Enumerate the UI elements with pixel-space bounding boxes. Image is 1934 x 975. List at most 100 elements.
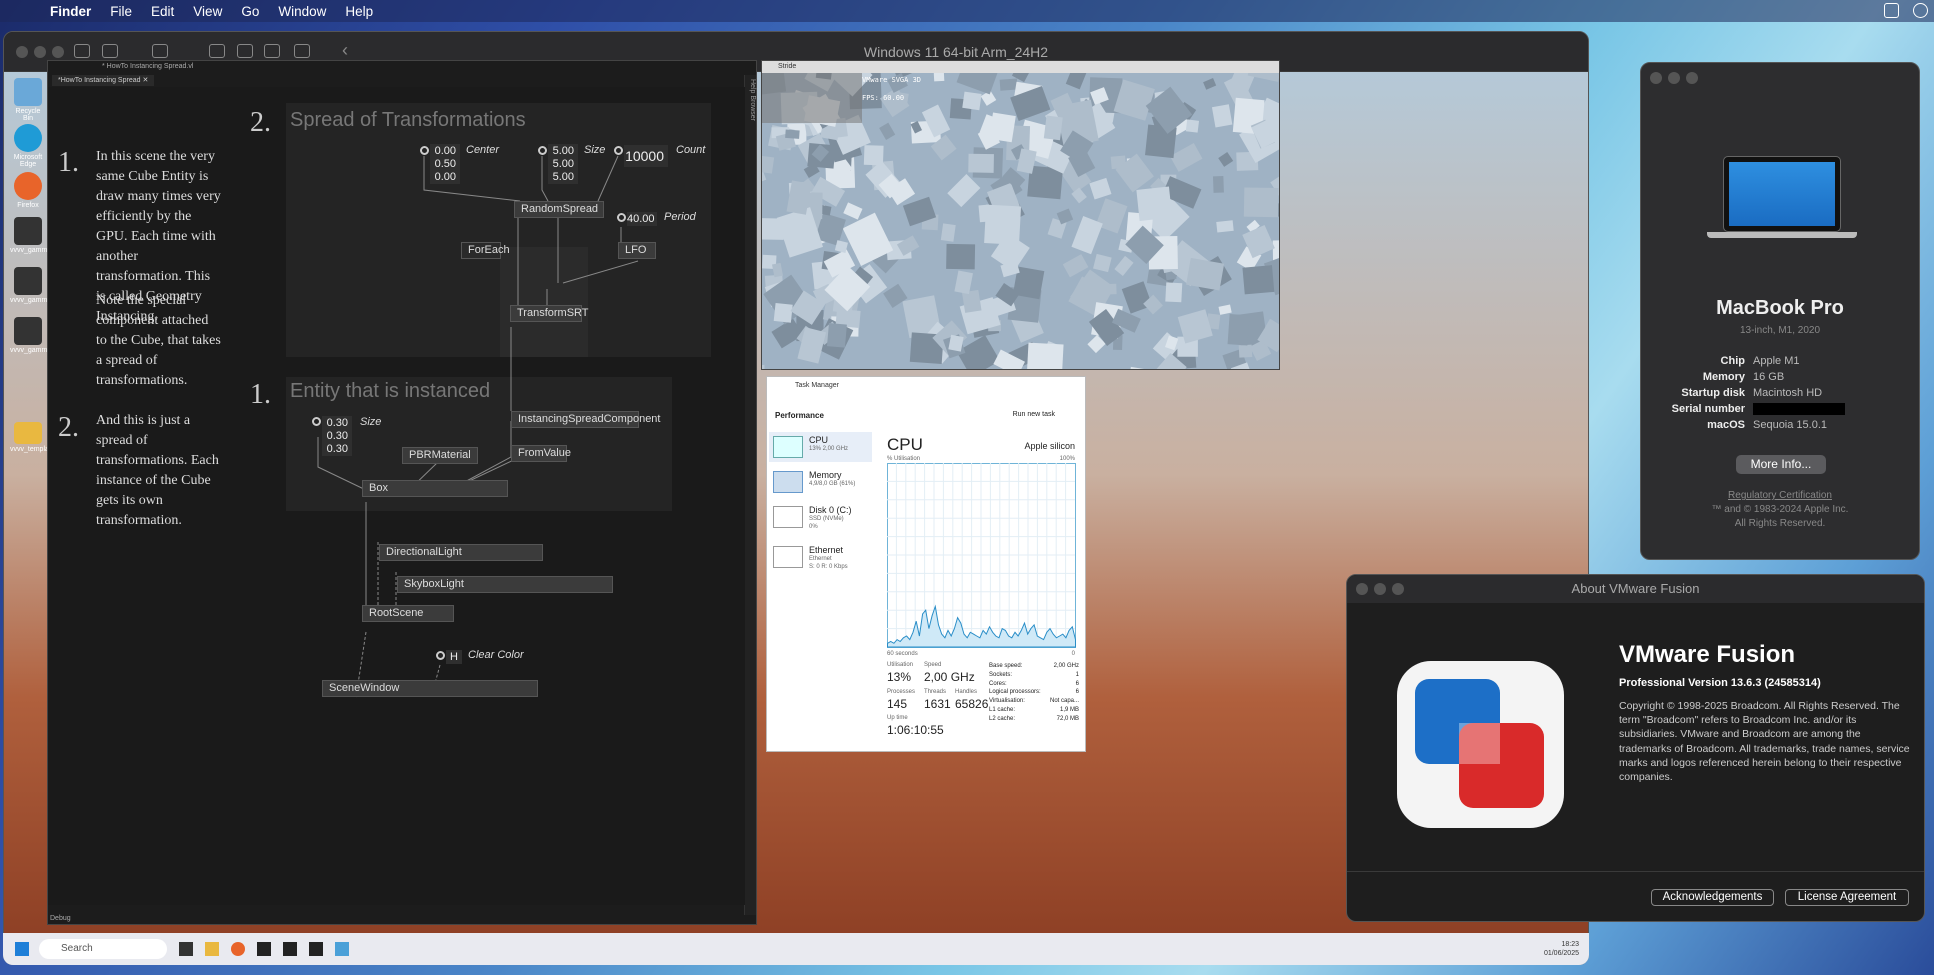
fromvalue-node[interactable]: FromValue (511, 445, 571, 462)
instancing-component-node[interactable]: InstancingSpreadComponent (511, 411, 660, 428)
cube-instance (1186, 257, 1225, 291)
center-x[interactable]: 0.00 (430, 144, 460, 158)
foreach-node[interactable]: ForEach (461, 242, 510, 259)
cube-instance (946, 243, 976, 270)
vvvv-icon[interactable] (283, 942, 297, 956)
task-view-icon[interactable] (179, 942, 193, 956)
period-value[interactable]: 40.00 (627, 212, 657, 226)
period-pin[interactable] (617, 213, 626, 222)
globe-icon[interactable] (1913, 3, 1928, 18)
firefox-icon[interactable] (231, 942, 245, 956)
status-icon[interactable] (1884, 3, 1899, 18)
cube-instance (826, 323, 847, 348)
divider (1347, 871, 1924, 872)
box-size-y[interactable]: 0.30 (322, 429, 352, 443)
box-size-pin[interactable] (312, 417, 321, 426)
patch-canvas[interactable]: 1. In this scene the very same Cube Enti… (48, 87, 745, 905)
cube-instance (1216, 220, 1234, 233)
cube-instance (1165, 282, 1183, 303)
count-pin[interactable] (614, 146, 623, 155)
about-title: About VMware Fusion (1347, 575, 1924, 603)
directionallight-node[interactable]: DirectionalLight (379, 544, 543, 561)
regulatory-link[interactable]: Regulatory Certification (1641, 490, 1919, 501)
debug-tab[interactable]: Debug (50, 915, 71, 922)
stat-label: Processes (887, 689, 916, 695)
menu-file[interactable]: File (110, 4, 132, 19)
center-y[interactable]: 0.50 (430, 157, 460, 171)
clear-color-label: Clear Color (468, 649, 524, 661)
sidebar-item-memory[interactable]: Memory 4,9/8,0 GB (61%) (769, 467, 872, 497)
close-icon[interactable]: ✕ (142, 77, 148, 84)
stat-label: Handles (955, 689, 978, 695)
menu-help[interactable]: Help (345, 4, 373, 19)
clear-color-pin[interactable] (436, 651, 445, 660)
center-pin[interactable] (420, 146, 429, 155)
box-size-z[interactable]: 0.30 (322, 442, 352, 456)
transformsrt-node[interactable]: TransformSRT (510, 305, 589, 322)
more-info-button[interactable]: More Info... (1736, 455, 1826, 474)
minimize-button[interactable] (1668, 72, 1680, 84)
about-this-mac-window: MacBook Pro 13-inch, M1, 2020 Chip Apple … (1640, 62, 1920, 560)
scenewindow-node[interactable]: SceneWindow (322, 680, 538, 697)
count-value[interactable]: 10000 (624, 145, 668, 167)
cpu-model: Apple silicon (1024, 441, 1075, 451)
size-x[interactable]: 5.00 (548, 144, 578, 158)
help-browser-tab[interactable]: Help Browser (749, 79, 756, 121)
menu-edit[interactable]: Edit (151, 4, 174, 19)
cube-instance (1026, 342, 1064, 369)
cube-instance (984, 204, 1022, 245)
sidebar-item-ethernet[interactable]: Ethernet Ethernet S: 0 R: 0 Kbps (769, 542, 872, 576)
zoom-button[interactable] (1686, 72, 1698, 84)
box-size-x[interactable]: 0.30 (322, 416, 352, 430)
vvvv-icon[interactable] (257, 942, 271, 956)
skyboxlight-node[interactable]: SkyboxLight (397, 576, 613, 593)
explorer-icon[interactable] (205, 942, 219, 956)
sidebar-item-disk[interactable]: Disk 0 (C:) SSD (NVMe) 0% (769, 502, 872, 536)
cube-instance (863, 145, 884, 166)
center-z[interactable]: 0.00 (430, 170, 460, 184)
license-agreement-button[interactable]: License Agreement (1785, 889, 1909, 906)
menu-window[interactable]: Window (278, 4, 326, 19)
menu-finder[interactable]: Finder (50, 4, 91, 19)
box-node[interactable]: Box (362, 480, 508, 497)
taskbar-search[interactable]: Search (39, 939, 167, 959)
pbrmaterial-node[interactable]: PBRMaterial (402, 447, 478, 464)
close-button[interactable] (1356, 583, 1368, 595)
minimize-button[interactable] (1374, 583, 1386, 595)
size-pin[interactable] (538, 146, 547, 155)
firefox-icon[interactable]: Firefox (10, 172, 46, 209)
close-button[interactable] (1650, 72, 1662, 84)
patch-tab[interactable]: *HowTo Instancing Spread (58, 77, 141, 84)
size-z[interactable]: 5.00 (548, 170, 578, 184)
vvvv-icon[interactable]: vvvv_gamma (10, 217, 51, 254)
size-y[interactable]: 5.00 (548, 157, 578, 171)
taskmgr-title: Task Manager (795, 382, 839, 389)
recycle-bin-icon[interactable]: Recycle Bin (10, 78, 46, 122)
run-new-task-button[interactable]: Run new task (1013, 411, 1055, 418)
stride-icon[interactable] (335, 942, 349, 956)
sidebar-item-cpu[interactable]: CPU 13% 2,00 GHz (769, 432, 872, 462)
folder-icon[interactable]: vvvv_templates (10, 422, 58, 453)
randomspread-node[interactable]: RandomSpread (514, 201, 604, 218)
rootscene-node[interactable]: RootScene (362, 605, 454, 622)
cube-render[interactable] (762, 61, 1280, 370)
vvvv-editor-window: * HowTo Instancing Spread.vl *HowTo Inst… (47, 60, 757, 925)
menu-view[interactable]: View (193, 4, 222, 19)
util-max: 100% (1059, 456, 1075, 462)
vvvv-icon[interactable]: vvvv_gamma (10, 317, 51, 354)
uptime-value: 1:06:10:55 (887, 723, 944, 737)
vvvv-icon[interactable] (309, 942, 323, 956)
clock[interactable]: 18:23 01/06/2025 (1544, 940, 1579, 958)
clear-color-value[interactable]: H (446, 650, 462, 664)
cube-instance (1242, 265, 1275, 295)
vvvv-icon[interactable]: vvvv_gamma (10, 267, 51, 304)
mac-specs: Chip Apple M1 Memory 16 GB Startup disk Mac… (1653, 353, 1845, 433)
menu-go[interactable]: Go (241, 4, 259, 19)
zoom-button[interactable] (1392, 583, 1404, 595)
lfo-node[interactable]: LFO (618, 242, 656, 259)
processes-value: 145 (887, 697, 908, 711)
editor-title: * HowTo Instancing Spread.vl (102, 63, 194, 70)
acknowledgements-button[interactable]: Acknowledgements (1651, 889, 1774, 906)
start-icon[interactable] (15, 942, 29, 956)
edge-icon[interactable]: Microsoft Edge (10, 124, 46, 168)
